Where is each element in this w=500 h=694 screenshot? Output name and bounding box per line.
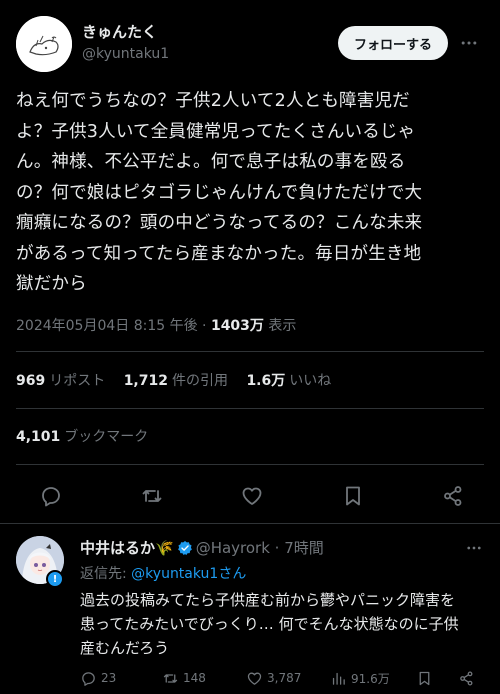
likes-stat[interactable]: 1.6万 いいね	[246, 371, 331, 391]
bookmark-icon	[419, 671, 430, 685]
replying-to-label: 返信先:	[80, 566, 132, 582]
reply-action-bar: 23 148 3,787 91.6万	[80, 668, 492, 688]
post-header: きゅんたく @kyuntaku1 フォローする	[16, 14, 484, 74]
reply-views-button[interactable]: 91.6万	[330, 670, 416, 687]
reply-text: 過去の投稿みてたら子供産む前から鬱やパニック障害を 患ってたみたいでびっくり… …	[80, 588, 490, 660]
like-button[interactable]	[237, 481, 267, 511]
reply-text-line: 過去の投稿みてたら子供産む前から鬱やパニック障害を	[80, 591, 456, 609]
like-icon	[242, 487, 262, 505]
engagement-stats: 969 リポスト 1,712 件の引用 1.6万 いいね	[16, 371, 345, 391]
repost-icon	[163, 673, 178, 683]
share-icon	[444, 486, 462, 506]
quotes-label: 件の引用	[171, 373, 228, 389]
reply-like-button[interactable]: 3,787	[246, 670, 330, 687]
author-info: きゅんたく @kyuntaku1	[82, 22, 169, 64]
replying-to-handle[interactable]: @kyuntaku1さん	[131, 566, 246, 582]
reply-text-line: 産むんだろう	[80, 639, 170, 657]
post-text-line: 癇癪になるの？頭の中どうなってるの？こんな未来	[16, 213, 423, 233]
author-display-name[interactable]: きゅんたく	[82, 22, 169, 42]
share-button[interactable]	[438, 481, 468, 511]
divider	[16, 464, 484, 465]
alert-badge-icon: !	[46, 570, 64, 588]
repost-button[interactable]	[137, 481, 167, 511]
reply-bookmark-button[interactable]	[416, 670, 458, 687]
reply-handle[interactable]: @Hayrork	[196, 539, 270, 557]
reply-text-line: 患ってたみたいでびっくり… 何でそんな状態なのに子供	[80, 615, 459, 633]
like-icon	[247, 672, 262, 685]
post-text-line: ねえ何でうちなの？子供2人いて2人とも障害児だ	[16, 91, 410, 111]
post-text-line: 獄だから	[16, 274, 87, 294]
reply-views-count: 91.6万	[351, 671, 390, 686]
views-chart-icon	[332, 672, 345, 685]
author-avatar[interactable]	[16, 16, 72, 72]
share-icon	[460, 670, 473, 686]
quotes-count: 1,712	[123, 373, 168, 389]
bookmark-icon	[345, 486, 360, 506]
reply-post[interactable]: ! 中井はるか🌾 @Hayrork · 7時間 返信先: @kyuntaku1さ…	[0, 524, 500, 694]
verified-badge-icon	[177, 541, 192, 556]
reply-more-options-button[interactable]	[462, 538, 486, 558]
follow-button[interactable]: フォローする	[338, 26, 448, 60]
post-text-line: の？何で娘はピタゴラじゃんけんで負けただけで大	[16, 182, 423, 203]
divider	[16, 351, 484, 352]
reposts-label: リポスト	[49, 373, 106, 389]
likes-label: いいね	[289, 373, 332, 389]
reply-reposts-count: 148	[183, 671, 206, 685]
post-action-bar	[16, 478, 484, 514]
reply-repost-button[interactable]: 148	[162, 670, 246, 687]
reply-header: 中井はるか🌾 @Hayrork · 7時間	[80, 538, 324, 558]
quotes-stat[interactable]: 1,712 件の引用	[124, 371, 228, 391]
post-text: ねえ何でうちなの？子供2人いて2人とも障害児だ よ？子供3人いて全員健常児ってた…	[16, 86, 486, 300]
divider	[16, 408, 484, 409]
reply-share-button[interactable]	[458, 670, 482, 687]
bookmark-button[interactable]	[338, 481, 368, 511]
post-text-line: があるって知ってたら産まなかった。毎日が生き地	[16, 243, 422, 264]
bookmarks-stat[interactable]: 4,101 ブックマーク	[16, 427, 162, 447]
post-text-line: よ？子供3人いて全員健常児ってたくさんいるじゃ	[16, 121, 416, 142]
more-horizontal-icon	[467, 546, 481, 550]
replying-to: 返信先: @kyuntaku1さん	[80, 564, 246, 584]
more-options-button[interactable]	[454, 28, 484, 58]
post-text-line: ん。神様、不公平だよ。何で息子は私の事を殴る	[16, 152, 406, 172]
views-count: 1403万	[210, 318, 264, 334]
author-handle[interactable]: @kyuntaku1	[82, 44, 169, 64]
sketch-avatar-icon	[16, 16, 72, 72]
bookmarks-label: ブックマーク	[64, 429, 149, 445]
reply-replies-count: 23	[101, 671, 117, 685]
reply-button[interactable]	[36, 481, 66, 511]
reply-icon	[82, 671, 95, 686]
repost-icon	[142, 490, 161, 502]
reply-icon	[42, 487, 60, 507]
reposts-stat[interactable]: 969 リポスト	[16, 371, 105, 391]
reply-display-name[interactable]: 中井はるか🌾	[80, 539, 174, 557]
post-timestamp[interactable]: 2024年05月04日 8:15 午後 ·	[16, 318, 211, 334]
reply-reply-button[interactable]: 23	[80, 670, 162, 687]
reposts-count: 969	[16, 373, 46, 389]
reply-time[interactable]: · 7時間	[270, 539, 324, 557]
views-label: 表示	[263, 318, 297, 334]
more-horizontal-icon	[461, 41, 477, 45]
bookmarks-count: 4,101	[16, 429, 61, 445]
reply-likes-count: 3,787	[267, 671, 302, 685]
likes-count: 1.6万	[246, 373, 286, 389]
post-meta: 2024年05月04日 8:15 午後 · 1403万 表示	[16, 316, 296, 336]
